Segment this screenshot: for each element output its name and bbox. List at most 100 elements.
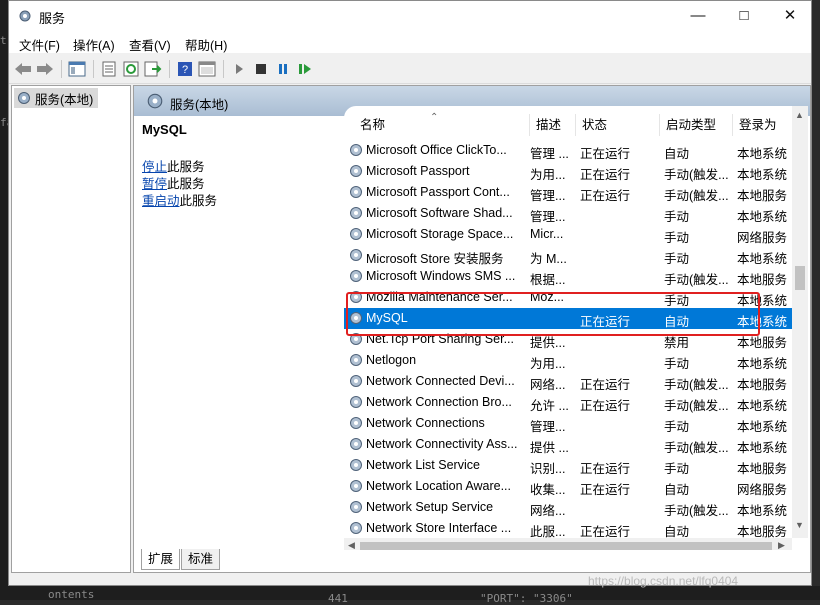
scroll-up-icon[interactable]: ▲ [795, 110, 804, 120]
title-bar[interactable]: 服务 — □ ✕ [9, 1, 811, 31]
service-description: 允许 ... [530, 399, 569, 413]
vertical-scroll-thumb[interactable] [795, 266, 805, 290]
service-gear-icon [350, 249, 362, 261]
properties-button[interactable] [99, 59, 119, 79]
service-row[interactable]: Network Connection Bro... 允许 ... 正在运行 手动(触发… [344, 392, 792, 413]
services-gear-icon [147, 93, 163, 109]
service-row[interactable]: Microsoft Storage Space... Micr... 手动 网络服务 [344, 224, 792, 245]
service-row[interactable]: Network Connected Devi... 网络... 正在运行 手动(触发.… [344, 371, 792, 392]
pause-service-link[interactable]: 暂停 [142, 177, 167, 191]
pause-service-icon [279, 64, 287, 74]
service-description: Moz... [530, 290, 565, 304]
toolbar-separator [223, 60, 224, 78]
show-hide-tree-button[interactable] [67, 59, 87, 79]
services-gear-icon [19, 10, 31, 22]
service-name: Network Location Aware... [366, 479, 511, 493]
service-gear-icon [350, 186, 362, 198]
service-row[interactable]: Microsoft Windows SMS ... 根据... 手动(触发... 本地… [344, 266, 792, 287]
service-row[interactable]: Net.Tcp Port Sharing Ser... 提供... 禁用 本地服务 [344, 329, 792, 350]
service-row[interactable]: Microsoft Passport 为用... 正在运行 手动(触发... 本地系统 [344, 161, 792, 182]
service-description: Micr... [530, 227, 564, 241]
column-header-startup-type[interactable]: 启动类型 [660, 114, 733, 136]
service-status: 正在运行 [580, 525, 631, 538]
action-suffix: 此服务 [167, 177, 205, 191]
service-startup-type: 手动(触发... [664, 441, 729, 455]
toolbar-separator [169, 60, 170, 78]
service-startup-type: 手动(触发... [664, 168, 729, 182]
column-header-name[interactable]: 名称 [354, 114, 530, 136]
menu-file[interactable]: 文件(F) [19, 35, 60, 54]
service-log-on-as: 本地服务 [737, 189, 788, 203]
service-description: 提供 ... [530, 441, 569, 455]
service-description: 管理... [530, 420, 566, 434]
service-description: 为用... [530, 357, 566, 371]
service-row[interactable]: Microsoft Passport Cont... 管理... 正在运行 手动(触发… [344, 182, 792, 203]
properties-icon [102, 61, 116, 77]
service-log-on-as: 本地系统 [737, 504, 788, 518]
service-row[interactable]: MySQL 正在运行 自动 本地系统 [344, 308, 792, 329]
service-gear-icon [350, 312, 362, 324]
tab-standard[interactable]: 标准 [181, 549, 221, 570]
service-description: 根据... [530, 273, 566, 287]
service-row[interactable]: Network Setup Service 网络... 手动(触发... 本地系统 [344, 497, 792, 518]
export-list-button[interactable] [143, 59, 163, 79]
console-tree: 服务(本地) [11, 85, 131, 573]
start-service-button[interactable] [229, 59, 249, 79]
service-name: MySQL [366, 311, 408, 325]
service-row[interactable]: Microsoft Software Shad... 管理... 手动 本地系统 [344, 203, 792, 224]
close-button[interactable]: ✕ [767, 1, 813, 31]
maximize-button[interactable]: □ [721, 1, 767, 31]
help-button[interactable]: ? [175, 59, 195, 79]
service-name: Net.Tcp Port Sharing Ser... [366, 332, 514, 346]
menu-view[interactable]: 查看(V) [129, 35, 171, 54]
menu-action[interactable]: 操作(A) [73, 35, 115, 54]
restart-service-link[interactable]: 重启动 [142, 194, 180, 208]
service-startup-type: 手动(触发... [664, 399, 729, 413]
pause-service-button[interactable] [273, 59, 293, 79]
column-header-log-on-as[interactable]: 登录为 [733, 114, 792, 136]
service-log-on-as: 本地系统 [737, 147, 788, 161]
help-icon: ? [178, 62, 192, 76]
service-description: 管理 ... [530, 147, 569, 161]
service-log-on-as: 本地服务 [737, 273, 788, 287]
service-gear-icon [350, 333, 362, 345]
service-row[interactable]: Network List Service 识别... 正在运行 手动 本地服务 [344, 455, 792, 476]
service-log-on-as: 本地系统 [737, 420, 788, 434]
stop-service-link[interactable]: 停止 [142, 160, 167, 174]
refresh-button[interactable] [121, 59, 141, 79]
column-header-status[interactable]: 状态 [576, 114, 660, 136]
forward-button[interactable] [35, 59, 55, 79]
service-startup-type: 手动 [664, 231, 690, 245]
stop-service-button[interactable] [251, 59, 271, 79]
service-status: 正在运行 [580, 147, 631, 161]
back-button[interactable] [13, 59, 33, 79]
service-row[interactable]: Microsoft Office ClickTo... 管理 ... 正在运行 自动 本… [344, 140, 792, 161]
service-gear-icon [350, 480, 362, 492]
service-row[interactable]: Netlogon 为用... 手动 本地系统 [344, 350, 792, 371]
forward-arrow-icon [37, 63, 53, 75]
service-startup-type: 手动 [664, 357, 690, 371]
console-button[interactable] [197, 59, 217, 79]
service-row[interactable]: Network Connectivity Ass... 提供 ... 手动(触发..… [344, 434, 792, 455]
column-header-description[interactable]: 描述 [530, 114, 576, 136]
restart-service-button[interactable] [295, 59, 315, 79]
restart-action: 重启动此服务 [142, 193, 338, 210]
backdrop-text: ontents [48, 588, 95, 601]
service-startup-type: 手动 [664, 420, 690, 434]
service-row[interactable]: Network Connections 管理... 手动 本地系统 [344, 413, 792, 434]
action-suffix: 此服务 [179, 194, 218, 208]
vertical-scrollbar[interactable]: ▲ ▼ [792, 106, 808, 538]
service-gear-icon [350, 522, 362, 534]
service-log-on-as: 本地系统 [737, 441, 788, 455]
service-row[interactable]: Network Location Aware... 收集... 正在运行 自动 网络服务 [344, 476, 792, 497]
close-icon: ✕ [783, 7, 797, 24]
menu-help[interactable]: 帮助(H) [185, 35, 227, 54]
tree-node-services-local[interactable]: 服务(本地) [14, 88, 98, 108]
service-row[interactable]: Network Store Interface ... 此服... 正在运行 自动 本地… [344, 518, 792, 538]
service-row[interactable]: Mozilla Maintenance Ser... Moz... 手动 本地系统 [344, 287, 792, 308]
service-row[interactable]: Microsoft Store 安装服务 为 M... 手动 本地系统 [344, 245, 792, 266]
tab-extended[interactable]: 扩展 [141, 549, 181, 570]
service-name: Microsoft Passport Cont... [366, 185, 510, 199]
minimize-button[interactable]: — [675, 1, 721, 31]
scroll-down-icon[interactable]: ▼ [795, 520, 804, 530]
